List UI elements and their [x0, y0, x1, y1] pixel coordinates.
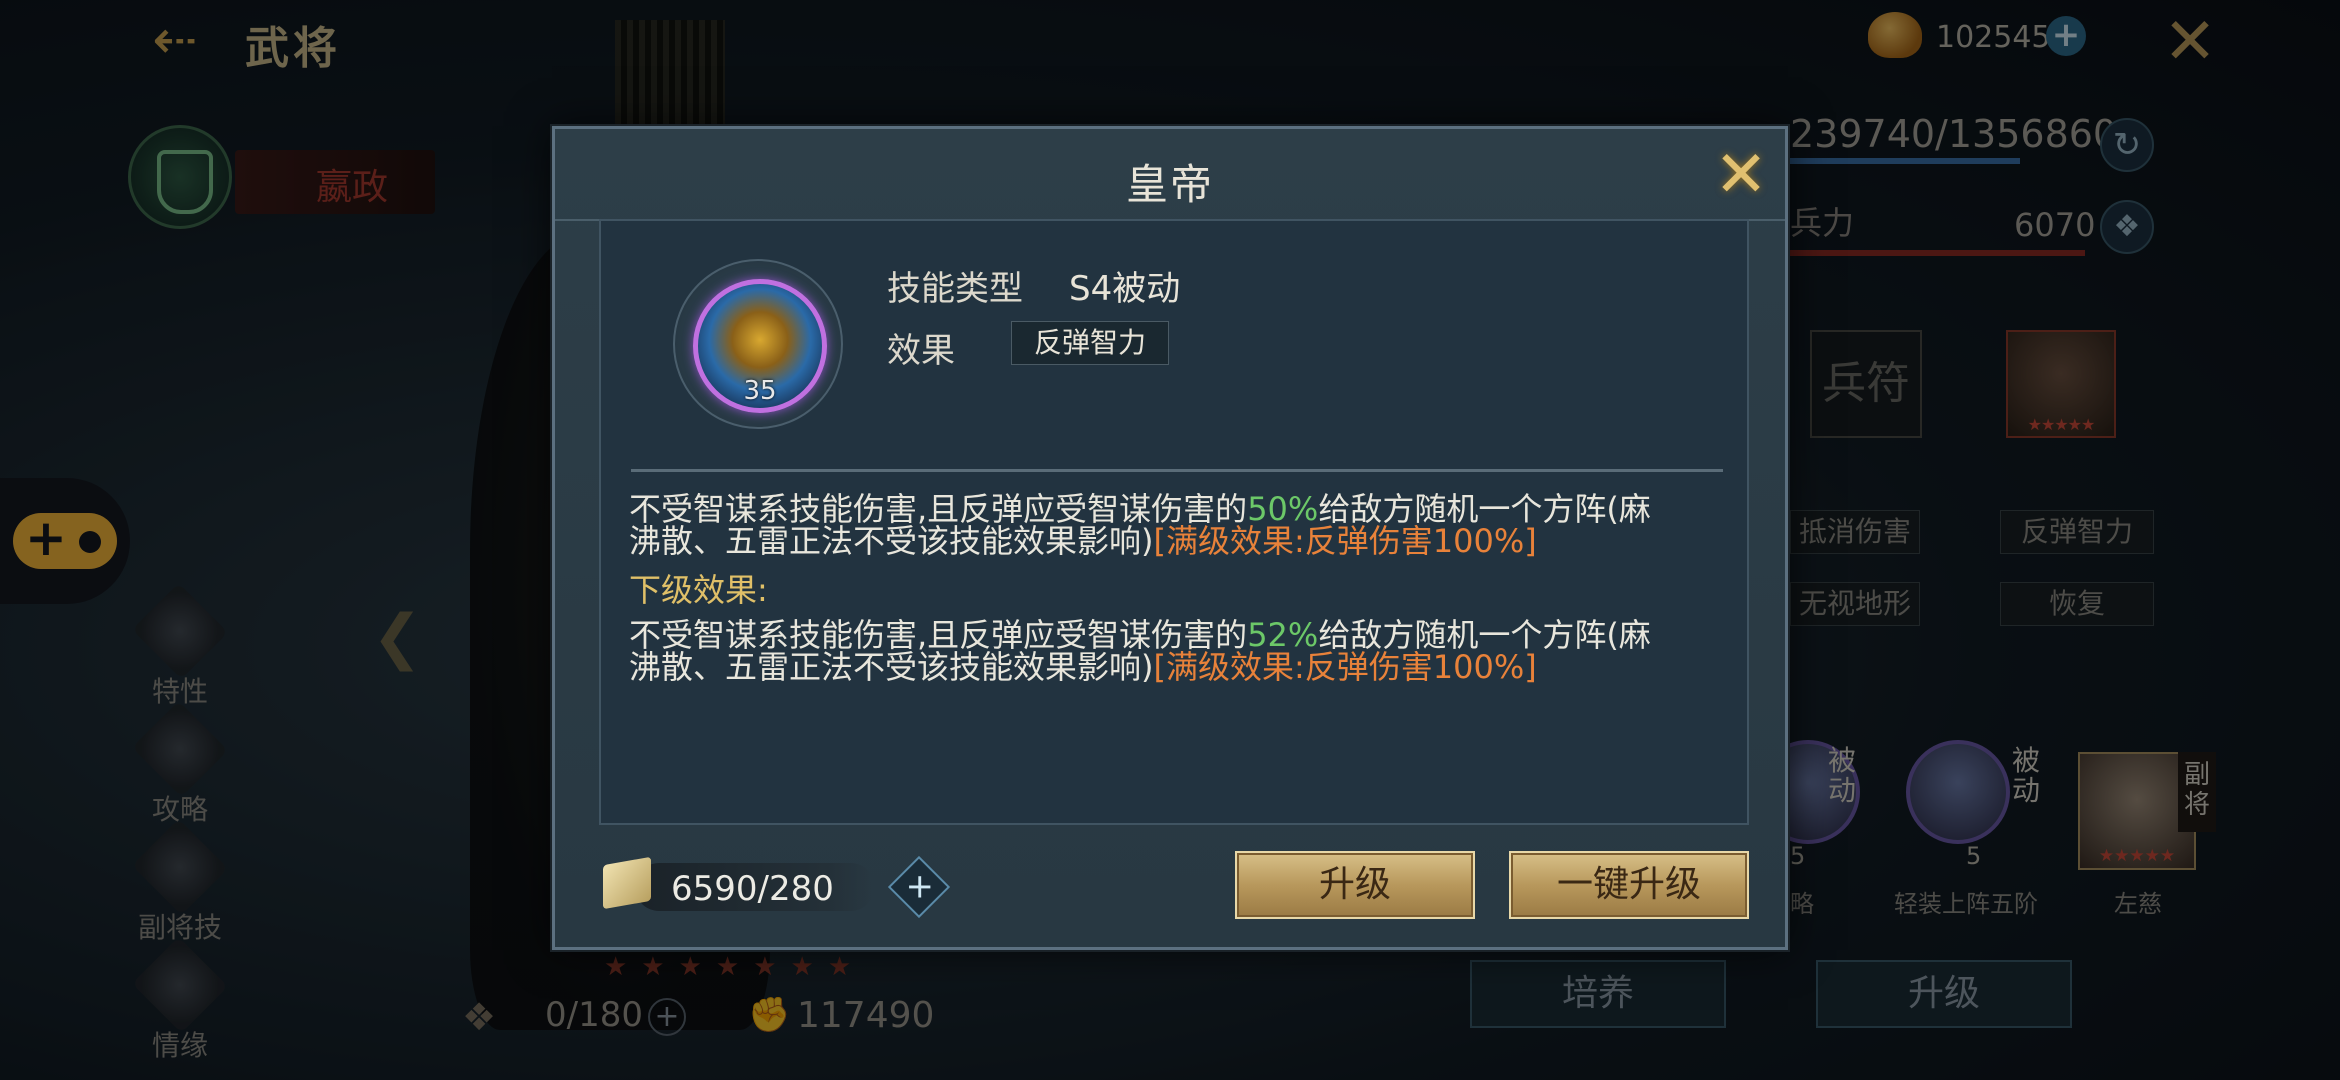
effect-label: 效果: [887, 331, 955, 371]
skill-icon: 35: [693, 279, 827, 413]
add-skill-book-button[interactable]: +: [887, 855, 951, 919]
current-effect-description: 不受智谋系技能伤害,且反弹应受智谋伤害的50%给敌方随机一个方阵(麻 沸散、五雷…: [629, 493, 1719, 557]
upgrade-button[interactable]: 升级: [1235, 851, 1475, 919]
desc-text: 沸散、五雷正法不受该技能效果影响): [629, 522, 1154, 560]
modal-body: 35 技能类型 S4被动 效果 反弹智力 不受智谋系技能伤害,且反弹应受智谋伤害…: [599, 219, 1749, 825]
skill-detail-modal: 皇帝 ✕ 35 技能类型 S4被动 效果 反弹智力 不受智谋系技能伤害,且反弹应…: [552, 126, 1788, 950]
divider: [631, 469, 1723, 472]
effect-chip: 反弹智力: [1011, 321, 1169, 365]
desc-text: 沸散、五雷正法不受该技能效果影响): [629, 648, 1154, 686]
next-level-label: 下级效果:: [629, 571, 768, 609]
skill-icon-level: 35: [743, 376, 777, 406]
next-effect-description: 不受智谋系技能伤害,且反弹应受智谋伤害的52%给敌方随机一个方阵(麻 沸散、五雷…: [629, 619, 1719, 683]
close-icon[interactable]: ✕: [1709, 143, 1773, 207]
skill-type-label: 技能类型: [887, 269, 1023, 309]
modal-title: 皇帝: [1125, 160, 1214, 209]
skill-icon-frame: 35: [673, 259, 843, 429]
max-effect-text: [满级效果:反弹伤害100%]: [1153, 648, 1537, 686]
one-key-upgrade-button[interactable]: 一键升级: [1509, 851, 1749, 919]
max-effect-text: [满级效果:反弹伤害100%]: [1153, 522, 1537, 560]
skill-type-value: S4被动: [1069, 269, 1181, 309]
skill-book-icon: [603, 856, 651, 910]
plus-icon: +: [905, 866, 934, 907]
skill-book-count: 6590/280: [671, 869, 834, 909]
modal-header: 皇帝 ✕: [555, 129, 1785, 221]
